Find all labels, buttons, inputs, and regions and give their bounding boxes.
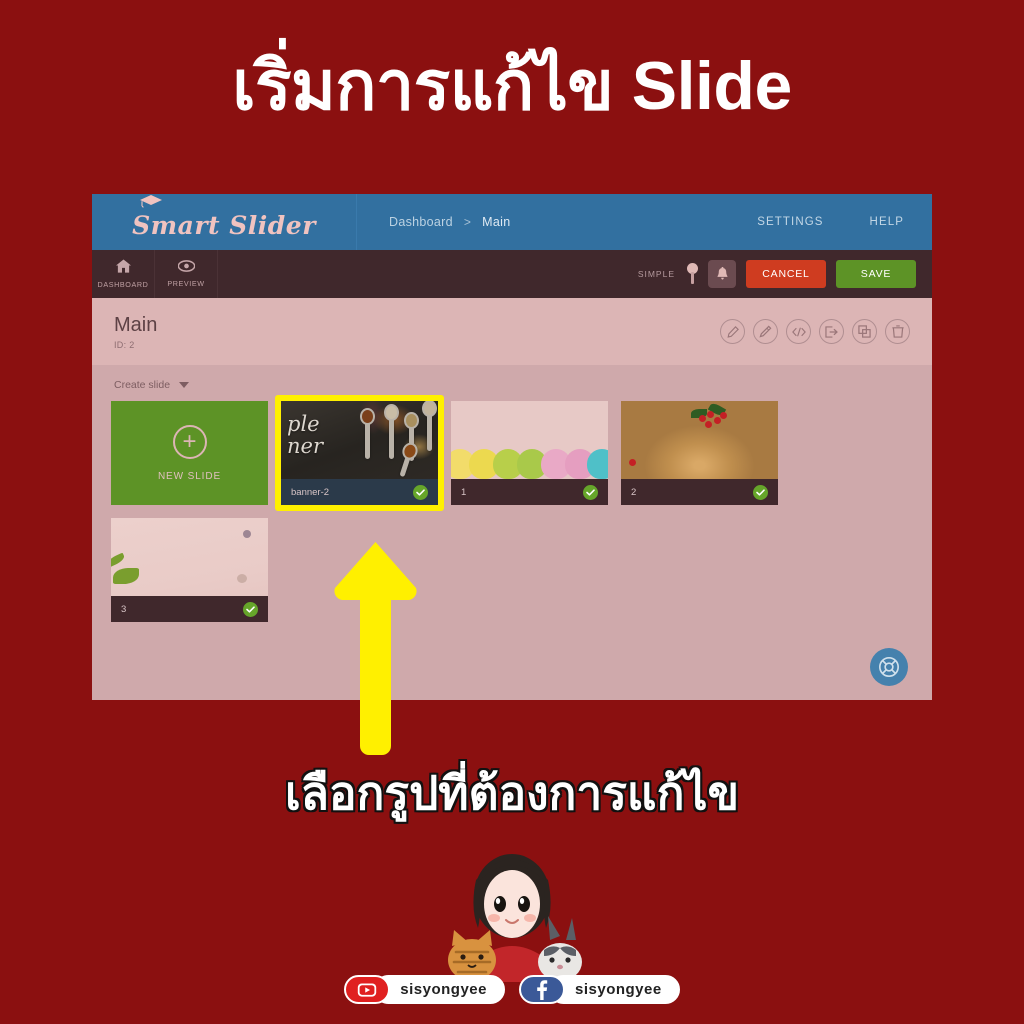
youtube-icon xyxy=(344,975,391,1004)
graduation-cap-icon xyxy=(140,194,163,208)
slide-item-1[interactable]: 1 xyxy=(451,401,608,505)
slider-title-group: Main ID: 2 xyxy=(92,314,157,350)
app-header: Smart Slider Dashboard > Main SETTINGS H… xyxy=(92,194,932,250)
slider-action-buttons xyxy=(720,319,932,344)
app-toolbar: DASHBOARD PREVIEW SIMPLE CANCEL SAVE xyxy=(92,250,932,298)
eye-icon xyxy=(177,260,195,276)
slide-label-bar: 3 xyxy=(111,596,268,622)
youtube-badge[interactable]: sisyongyee xyxy=(344,975,505,1004)
breadcrumb-current: Main xyxy=(482,215,511,229)
selection-highlight: ple ner banner-2 xyxy=(275,395,444,511)
chevron-right-icon: > xyxy=(463,215,472,229)
header-links: SETTINGS HELP xyxy=(757,216,932,228)
facebook-handle: sisyongyee xyxy=(549,975,680,1004)
slide-grid: + NEW SLIDE ple ner banner-2 1 2 3 xyxy=(111,395,901,622)
slide-thumbnail[interactable]: 3 xyxy=(111,518,268,622)
facebook-badge[interactable]: sisyongyee xyxy=(519,975,680,1004)
simple-toggle[interactable] xyxy=(687,263,698,285)
avatar xyxy=(448,854,582,982)
check-icon xyxy=(416,488,425,496)
toolbar-tab-dashboard-label: DASHBOARD xyxy=(97,280,149,289)
page-root: เริ่มการแก้ไข Slide Smart Slider Dashboa… xyxy=(0,0,1024,1024)
slide-label-bar: 1 xyxy=(451,479,608,505)
published-badge[interactable] xyxy=(753,484,768,500)
toolbar-tab-dashboard[interactable]: DASHBOARD xyxy=(92,250,155,298)
published-badge[interactable] xyxy=(413,484,428,500)
check-icon xyxy=(586,488,595,496)
magic-wand-button[interactable] xyxy=(753,319,778,344)
support-button[interactable] xyxy=(870,648,908,686)
toggle-stem xyxy=(691,272,694,284)
delete-button[interactable] xyxy=(885,319,910,344)
slide-thumbnail[interactable]: 2 xyxy=(621,401,778,505)
new-slide-button[interactable]: + NEW SLIDE xyxy=(111,401,268,505)
slide-name: 3 xyxy=(121,603,127,615)
caption-text: เลือกรูปที่ต้องการแก้ไข xyxy=(284,767,740,819)
life-ring-icon xyxy=(879,657,899,677)
slide-thumbnail[interactable]: ple ner banner-2 xyxy=(281,401,438,505)
youtube-handle: sisyongyee xyxy=(374,975,505,1004)
chevron-down-icon xyxy=(179,382,190,388)
slide-image-caption: ple ner xyxy=(287,412,323,459)
notifications-button[interactable] xyxy=(708,260,736,288)
published-badge[interactable] xyxy=(583,484,598,500)
slide-name: 1 xyxy=(461,486,467,498)
edit-icon xyxy=(726,325,739,338)
export-button[interactable] xyxy=(819,319,844,344)
plus-icon: + xyxy=(172,424,207,459)
cancel-button[interactable]: CANCEL xyxy=(746,260,826,288)
toolbar-actions: SIMPLE CANCEL SAVE xyxy=(638,250,932,298)
create-slide-dropdown[interactable]: Create slide xyxy=(114,379,190,391)
save-button[interactable]: SAVE xyxy=(836,260,916,288)
social-badges: sisyongyee sisyongyee xyxy=(0,975,1024,1004)
app-window: Smart Slider Dashboard > Main SETTINGS H… xyxy=(92,194,932,700)
slider-name: Main xyxy=(114,313,158,336)
page-title: เริ่มการแก้ไข Slide xyxy=(232,48,792,124)
edit-button[interactable] xyxy=(720,319,745,344)
logo[interactable]: Smart Slider xyxy=(92,194,357,250)
slide-thumbnail[interactable]: 1 xyxy=(451,401,608,505)
home-icon xyxy=(115,259,131,277)
rabbit-icon xyxy=(538,916,582,981)
bell-icon xyxy=(716,267,728,280)
slide-item-2[interactable]: 2 xyxy=(621,401,778,505)
slider-id: ID: 2 xyxy=(114,339,135,350)
toolbar-tab-preview-label: PREVIEW xyxy=(167,279,205,288)
cat-icon xyxy=(448,930,496,981)
published-badge[interactable] xyxy=(243,601,258,617)
slides-area: Create slide + NEW SLIDE ple ner banner-… xyxy=(92,365,932,700)
check-icon xyxy=(756,488,765,496)
code-button[interactable] xyxy=(786,319,811,344)
slider-title-band: Main ID: 2 xyxy=(92,298,932,365)
magic-wand-icon xyxy=(759,325,772,338)
toolbar-tab-preview[interactable]: PREVIEW xyxy=(155,250,218,298)
slide-item-3[interactable]: 3 xyxy=(111,518,268,622)
logo-text: Smart Slider xyxy=(132,210,316,240)
help-link[interactable]: HELP xyxy=(870,216,904,228)
export-icon xyxy=(825,325,838,338)
trash-icon xyxy=(891,325,904,338)
slide-name: banner-2 xyxy=(291,486,330,498)
slide-label-bar: banner-2 xyxy=(281,479,438,505)
breadcrumb: Dashboard > Main xyxy=(389,215,510,229)
check-icon xyxy=(246,605,255,613)
duplicate-icon xyxy=(858,325,871,338)
pointer-arrow-icon xyxy=(334,542,417,755)
slide-name: 2 xyxy=(631,486,637,498)
duplicate-button[interactable] xyxy=(852,319,877,344)
new-slide-label: NEW SLIDE xyxy=(157,470,222,482)
settings-link[interactable]: SETTINGS xyxy=(757,216,823,228)
facebook-icon xyxy=(519,975,565,1004)
breadcrumb-dashboard[interactable]: Dashboard xyxy=(389,215,453,229)
create-slide-label: Create slide xyxy=(114,379,171,391)
slide-item-banner-2[interactable]: ple ner banner-2 xyxy=(275,395,444,511)
code-icon xyxy=(791,327,806,336)
slide-label-bar: 2 xyxy=(621,479,778,505)
simple-label: SIMPLE xyxy=(637,269,675,279)
